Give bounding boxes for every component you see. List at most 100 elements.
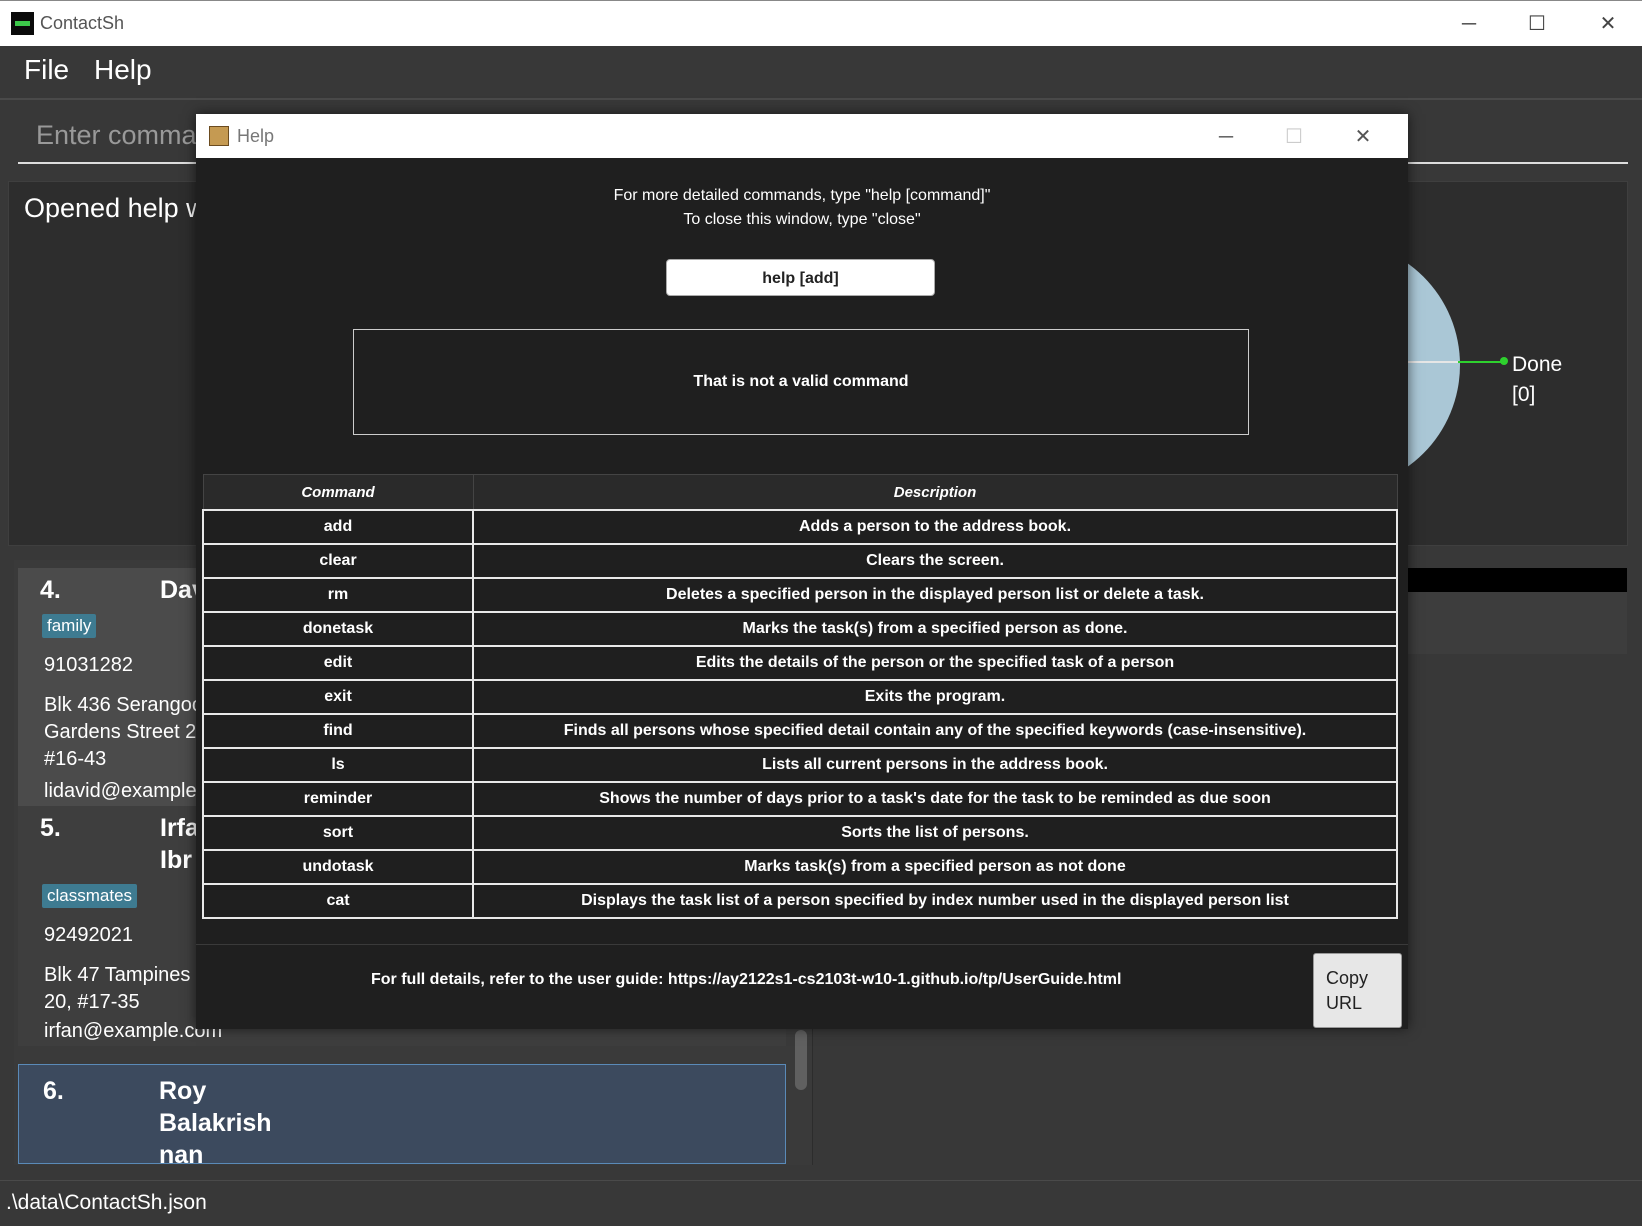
- help-dialog-titlebar: Help ─ ☐ ✕: [196, 114, 1408, 158]
- command-row[interactable]: reminder Shows the number of days prior t…: [202, 781, 1398, 817]
- person-tag: family: [42, 614, 97, 638]
- command-cell: sort: [202, 815, 474, 851]
- help-instructions: For more detailed commands, type "help […: [196, 184, 1408, 232]
- pie-label-line: [1458, 361, 1503, 363]
- minimize-icon[interactable]: ─: [1211, 122, 1241, 152]
- minimize-icon[interactable]: ─: [1454, 9, 1484, 39]
- person-email: lidavid@example: [44, 780, 197, 802]
- command-row[interactable]: sort Sorts the list of persons.: [202, 815, 1398, 851]
- command-row[interactable]: ls Lists all current persons in the addre…: [202, 747, 1398, 783]
- person-address: Blk 436 Serangoo Gardens Street 2 #16-43: [44, 692, 203, 773]
- person-index: 4.: [40, 576, 61, 604]
- menu-bar: File Help: [0, 46, 1642, 98]
- column-header-command[interactable]: Command: [202, 474, 474, 511]
- menu-help[interactable]: Help: [94, 54, 152, 86]
- person-phone: 91031282: [44, 654, 133, 676]
- command-row[interactable]: clear Clears the screen.: [202, 543, 1398, 579]
- user-guide-text: For full details, refer to the user guid…: [371, 971, 1122, 988]
- person-index: 6.: [43, 1077, 64, 1105]
- command-table: Command Description add Adds a person to …: [202, 474, 1398, 919]
- description-cell: Finds all persons whose specified detail…: [472, 713, 1398, 749]
- status-bar-path: .\data\ContactSh.json: [6, 1191, 207, 1214]
- pie-label-dot: [1500, 357, 1508, 365]
- person-address: Blk 47 Tampines 20, #17-35: [44, 962, 190, 1016]
- maximize-icon[interactable]: ☐: [1522, 9, 1552, 39]
- maximize-icon: ☐: [1285, 126, 1303, 148]
- copy-url-label: Copy: [1326, 968, 1369, 988]
- copy-url-label: URL: [1326, 993, 1363, 1013]
- description-cell: Edits the details of the person or the s…: [472, 645, 1398, 681]
- person-index: 5.: [40, 814, 61, 842]
- person-name-line: nan: [159, 1141, 204, 1169]
- task-list-item: [1390, 592, 1627, 654]
- person-address-line: Gardens Street 2: [44, 721, 197, 743]
- help-add-button[interactable]: help [add]: [666, 259, 935, 296]
- person-name-line: Roy: [159, 1077, 207, 1105]
- person-name-line: Irfa: [160, 814, 199, 842]
- help-instruction-line: To close this window, type "close": [683, 211, 921, 228]
- command-row[interactable]: find Finds all persons whose specified de…: [202, 713, 1398, 749]
- person-phone: 92492021: [44, 924, 133, 946]
- command-row[interactable]: donetask Marks the task(s) from a specifi…: [202, 611, 1398, 647]
- help-instruction-line: For more detailed commands, type "help […: [613, 187, 991, 204]
- person-address-line: Blk 47 Tampines: [44, 964, 191, 986]
- help-message-box: That is not a valid command: [353, 329, 1249, 435]
- person-card-selected[interactable]: 6. Roy Balakrish nan: [18, 1064, 786, 1169]
- description-cell: Shows the number of days prior to a task…: [472, 781, 1398, 817]
- command-cell: undotask: [202, 849, 474, 885]
- person-tag: classmates: [42, 884, 138, 908]
- command-cell: reminder: [202, 781, 474, 817]
- command-cell: add: [202, 509, 474, 545]
- app-logo-icon: [11, 12, 34, 35]
- command-cell: clear: [202, 543, 474, 579]
- person-name-line: Balakrish: [159, 1109, 272, 1137]
- person-list-scrollbar[interactable]: [795, 1030, 807, 1090]
- command-row[interactable]: add Adds a person to the address book.: [202, 509, 1398, 545]
- description-cell: Lists all current persons in the address…: [472, 747, 1398, 783]
- column-header-description[interactable]: Description: [472, 474, 1398, 511]
- command-cell: find: [202, 713, 474, 749]
- close-icon[interactable]: ✕: [1593, 9, 1623, 39]
- help-dialog: Help ─ ☐ ✕ For more detailed commands, t…: [196, 114, 1408, 1029]
- command-cell: rm: [202, 577, 474, 613]
- result-display-text: Opened help w: [24, 193, 206, 223]
- command-cell: cat: [202, 883, 474, 919]
- person-address-line: #16-43: [44, 748, 107, 770]
- command-table-body: add Adds a person to the address book. cle…: [202, 509, 1398, 919]
- person-name-line: Ibr: [160, 846, 192, 874]
- copy-url-button[interactable]: Copy URL: [1313, 953, 1402, 1028]
- person-address-line: Blk 436 Serangoo: [44, 694, 204, 716]
- command-cell: edit: [202, 645, 474, 681]
- command-row[interactable]: edit Edits the details of the person or t…: [202, 645, 1398, 681]
- command-input-placeholder: Enter comma: [36, 120, 197, 150]
- pie-label-done: Done [0]: [1512, 350, 1562, 410]
- command-row[interactable]: rm Deletes a specified person in the disp…: [202, 577, 1398, 613]
- help-footer: For full details, refer to the user guid…: [196, 944, 1408, 1029]
- person-address-line: 20, #17-35: [44, 991, 140, 1013]
- person-name: Irfa Ibr: [160, 812, 199, 876]
- command-cell: donetask: [202, 611, 474, 647]
- command-row[interactable]: undotask Marks task(s) from a specified p…: [202, 849, 1398, 885]
- close-icon[interactable]: ✕: [1348, 122, 1378, 152]
- menu-file[interactable]: File: [24, 54, 69, 86]
- help-dialog-title: Help: [237, 126, 275, 146]
- command-cell: ls: [202, 747, 474, 783]
- command-cell: exit: [202, 679, 474, 715]
- description-cell: Clears the screen.: [472, 543, 1398, 579]
- task-panel-header: [1390, 568, 1627, 592]
- description-cell: Marks the task(s) from a specified perso…: [472, 611, 1398, 647]
- status-bar: .\data\ContactSh.json: [0, 1180, 1642, 1226]
- address-book-icon: [209, 126, 229, 146]
- window-titlebar: ContactSh ─ ☐ ✕: [0, 0, 1642, 46]
- window-title: ContactSh: [40, 13, 125, 33]
- description-cell: Deletes a specified person in the displa…: [472, 577, 1398, 613]
- pie-label-done-text: Done: [1512, 353, 1563, 376]
- command-row[interactable]: exit Exits the program.: [202, 679, 1398, 715]
- command-row[interactable]: cat Displays the task list of a person sp…: [202, 883, 1398, 919]
- description-cell: Displays the task list of a person speci…: [472, 883, 1398, 919]
- description-cell: Marks task(s) from a specified person as…: [472, 849, 1398, 885]
- person-name: Roy Balakrish nan: [159, 1075, 272, 1171]
- description-cell: Sorts the list of persons.: [472, 815, 1398, 851]
- pie-label-done-count: [0]: [1512, 383, 1536, 406]
- description-cell: Exits the program.: [472, 679, 1398, 715]
